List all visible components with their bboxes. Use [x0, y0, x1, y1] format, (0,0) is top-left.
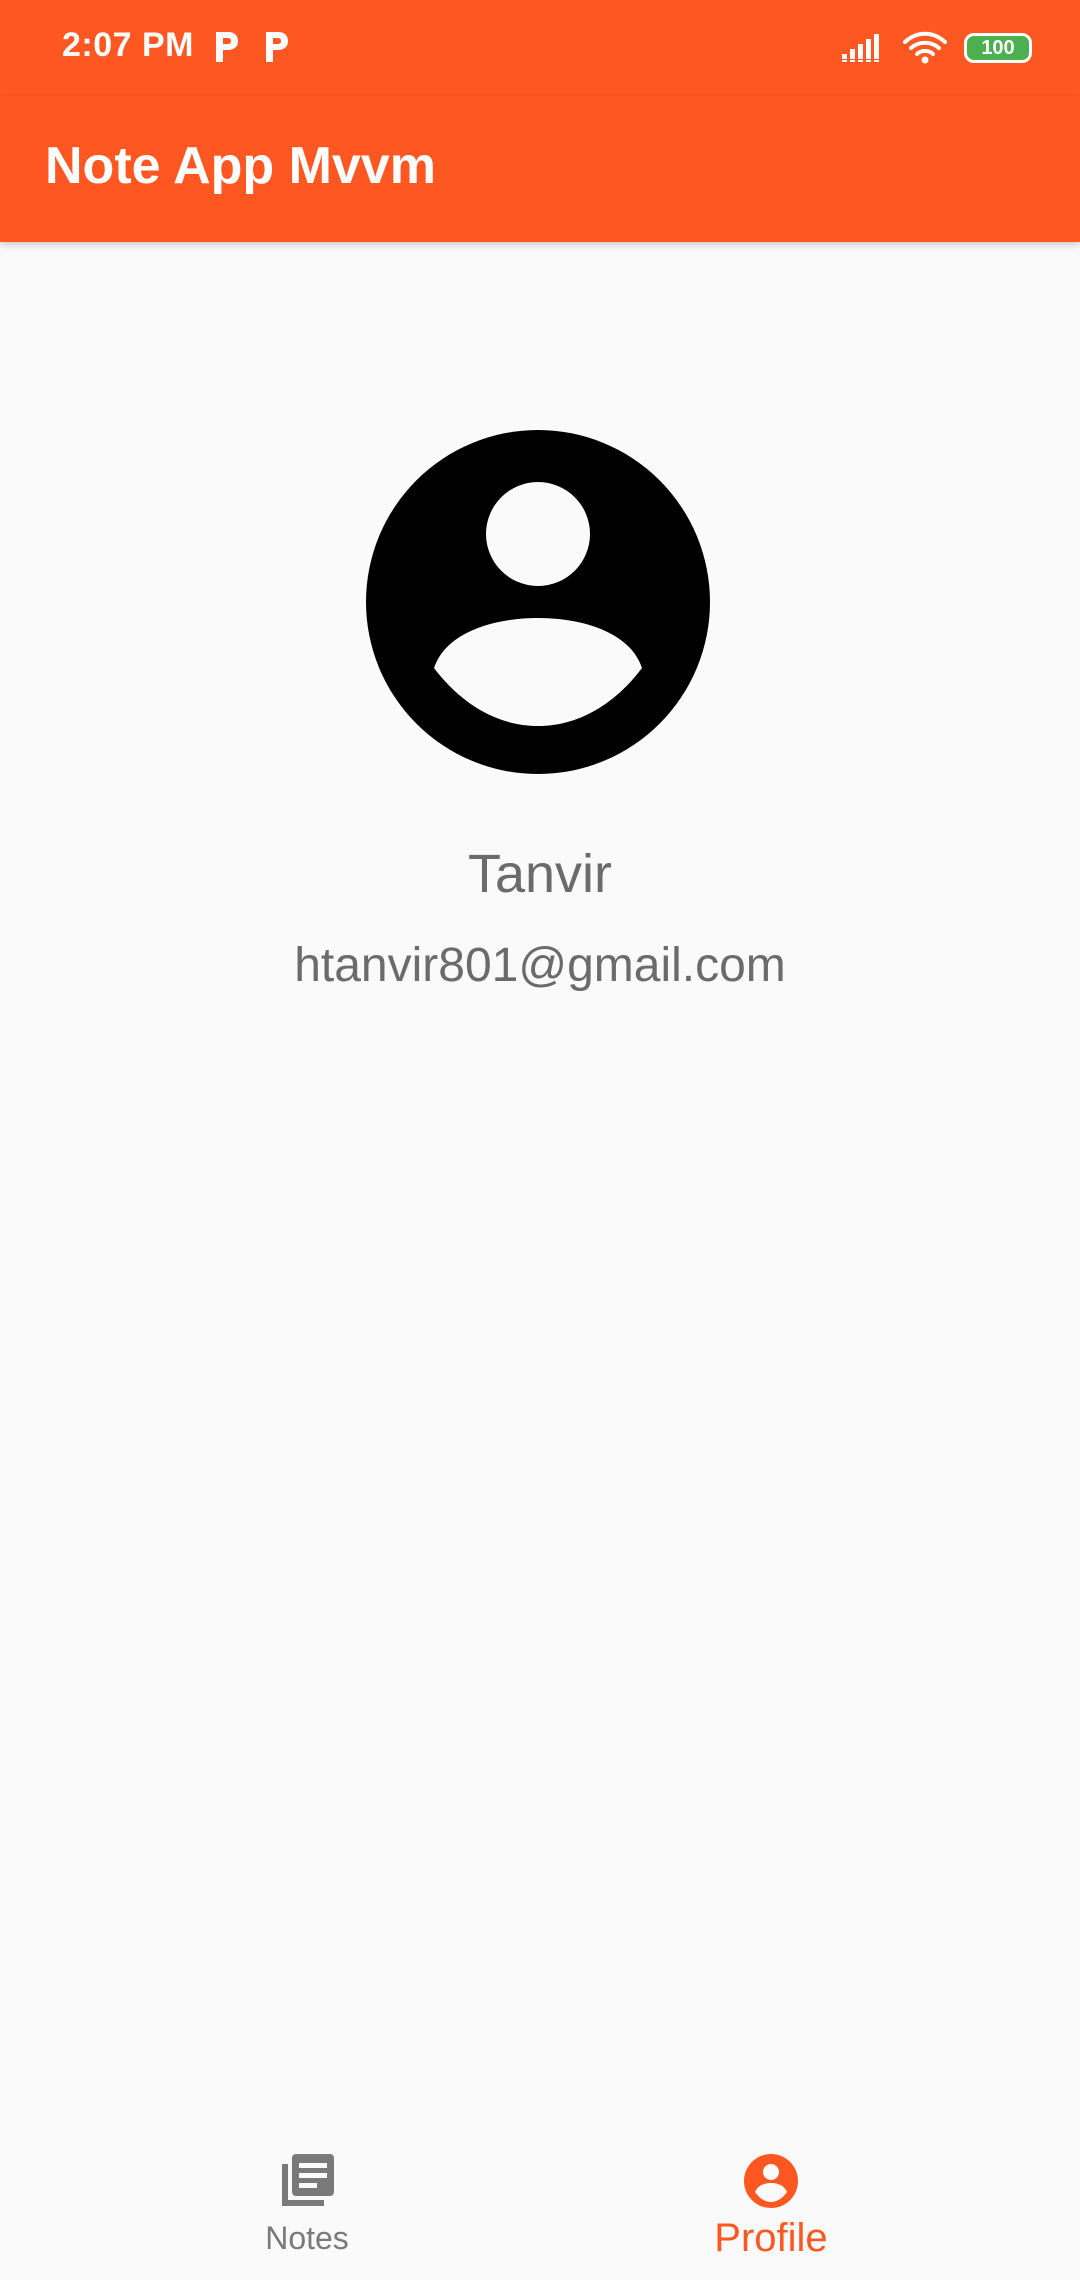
status-icons: 100	[842, 28, 1032, 68]
app-title: Note App Mvvm	[45, 137, 436, 195]
p-notification-icon	[266, 32, 288, 62]
status-time: 2:07 PM	[62, 26, 194, 64]
nav-label-notes: Notes	[265, 2220, 349, 2256]
battery-icon: 100	[964, 33, 1032, 63]
status-bar: 2:07 PM 100	[0, 0, 1080, 96]
wifi-icon	[903, 31, 947, 64]
notes-icon	[282, 2154, 334, 2206]
nav-label-profile: Profile	[714, 2216, 828, 2260]
account-icon	[744, 2154, 798, 2208]
bottom-navigation: Notes Profile	[0, 2130, 1080, 2280]
profile-name: Tanvir	[467, 844, 613, 904]
nav-item-profile[interactable]: Profile	[621, 2130, 921, 2280]
profile-email: htanvir801@gmail.com	[294, 939, 786, 992]
app-bar: Note App Mvvm	[0, 96, 1080, 242]
battery-level: 100	[981, 36, 1015, 59]
p-notification-icon	[216, 32, 238, 62]
signal-icon	[842, 34, 879, 62]
nav-item-notes[interactable]: Notes	[157, 2130, 457, 2280]
screen: 2:07 PM 100 Note App Mvvm Tanvir htanvir…	[0, 0, 1080, 2280]
account-circle-icon	[366, 430, 710, 774]
